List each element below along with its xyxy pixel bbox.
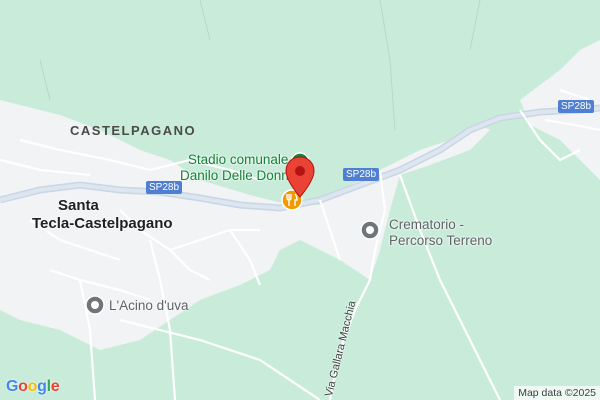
poi-label-crematorio[interactable]: Crematorio - Percorso Terreno — [389, 217, 492, 249]
crematorio-poi-icon[interactable] — [360, 220, 380, 240]
poi-label-stadio[interactable]: Stadio comunale Danilo Delle Donne — [180, 152, 296, 184]
city-label-line2: Tecla-Castelpagano — [32, 215, 173, 232]
red-location-pin-icon[interactable] — [285, 156, 315, 198]
poi-label-crematorio-line2: Percorso Terreno — [389, 233, 493, 248]
road-shield-sp28b-mid: SP28b — [343, 168, 380, 181]
poi-label-stadio-line2: Danilo Delle Donne — [180, 168, 297, 183]
map-attribution[interactable]: Map data ©2025 — [514, 386, 600, 400]
google-logo-letter: o — [27, 378, 38, 395]
road-shield-sp28b-left: SP28b — [146, 181, 183, 194]
acino-poi-icon[interactable] — [85, 295, 105, 315]
google-logo-letter: G — [6, 378, 19, 395]
google-logo-letter: e — [50, 378, 60, 395]
google-logo-letter: o — [18, 378, 28, 395]
road-shield-sp28b-right: SP28b — [558, 100, 595, 113]
google-logo-letter: g — [37, 378, 47, 395]
city-label-line1: Santa — [58, 197, 99, 214]
google-logo[interactable]: Google — [6, 378, 60, 396]
poi-label-stadio-line1: Stadio comunale — [187, 152, 289, 167]
poi-label-crematorio-line1: Crematorio - — [389, 217, 465, 232]
city-label-santa-tecla[interactable]: Santa Tecla-Castelpagano — [32, 197, 173, 233]
poi-label-acino[interactable]: L'Acino d'uva — [109, 298, 188, 314]
town-label-castelpagano: CASTELPAGANO — [70, 123, 197, 138]
map-canvas[interactable]: CASTELPAGANO Santa Tecla-Castelpagano St… — [0, 0, 600, 400]
